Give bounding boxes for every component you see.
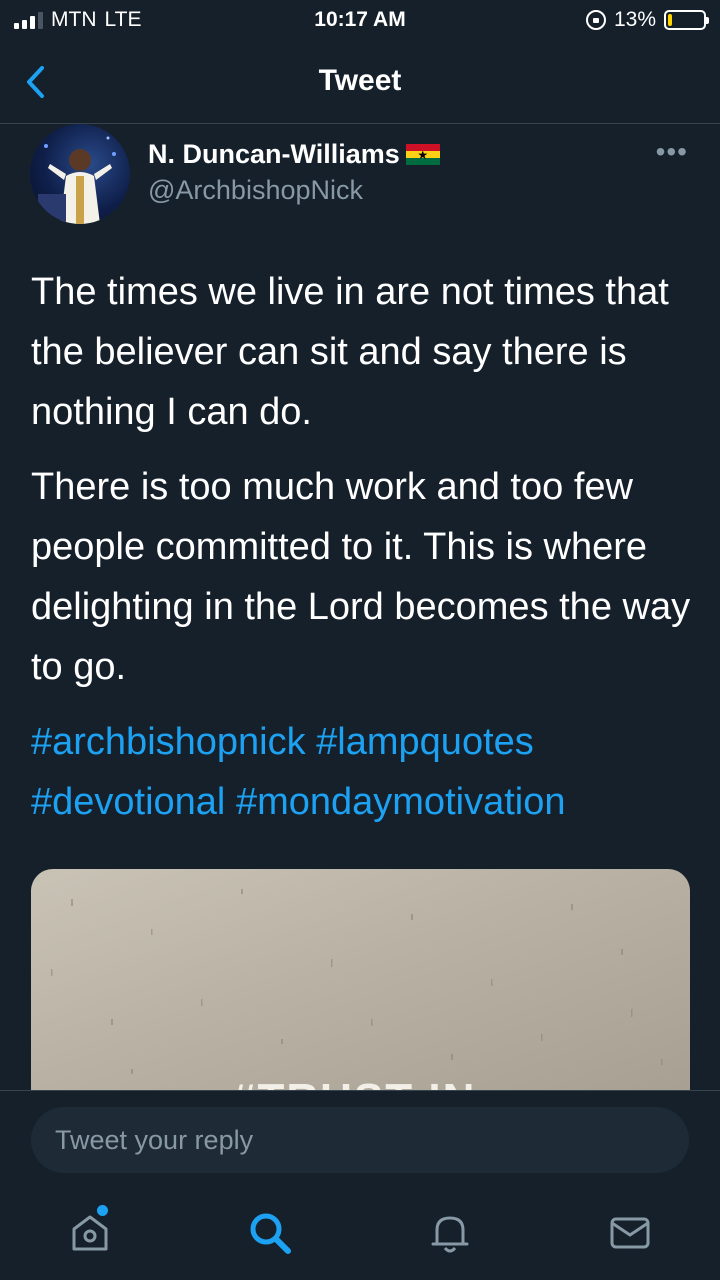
header: Tweet bbox=[0, 40, 720, 124]
more-dots-icon: ••• bbox=[655, 136, 688, 167]
search-icon bbox=[250, 1213, 291, 1254]
messages-icon bbox=[610, 1217, 650, 1249]
avatar-image bbox=[38, 136, 116, 224]
hashtag-link[interactable]: #mondaymotivation bbox=[236, 781, 566, 823]
tab-messages[interactable] bbox=[600, 1203, 660, 1263]
unread-dot bbox=[97, 1205, 108, 1216]
tab-search[interactable] bbox=[240, 1203, 300, 1263]
page-title: Tweet bbox=[318, 64, 402, 97]
status-bar: MTN LTE 10:17 AM 13% bbox=[0, 0, 720, 40]
tweet-paragraph: There is too much work and too few peopl… bbox=[31, 466, 691, 688]
author-handle[interactable]: @ArchbishopNick bbox=[148, 175, 363, 206]
hashtag-link[interactable]: #archbishopnick bbox=[31, 721, 306, 763]
bottom-bar: Tweet your reply bbox=[0, 1090, 720, 1280]
media-texture bbox=[51, 889, 663, 1074]
hashtags: #archbishopnick #lampquotes #devotional … bbox=[31, 712, 701, 832]
orientation-lock-icon bbox=[585, 10, 606, 30]
battery-icon bbox=[664, 10, 709, 30]
hashtag-link[interactable]: #lampquotes bbox=[316, 721, 534, 763]
battery-percent: 13% bbox=[613, 8, 656, 31]
avatar[interactable] bbox=[30, 124, 130, 224]
tab-bar bbox=[0, 1203, 720, 1263]
notifications-icon bbox=[431, 1216, 469, 1253]
status-right: 13% bbox=[585, 8, 709, 32]
tab-home[interactable] bbox=[60, 1203, 120, 1263]
tweet-paragraph: The times we live in are not times that … bbox=[31, 271, 669, 433]
more-options-button[interactable]: ••• bbox=[656, 138, 688, 166]
tweet-media-image[interactable]: #TRUST IN bbox=[31, 869, 690, 1099]
battery-level bbox=[668, 14, 673, 26]
reply-input[interactable]: Tweet your reply bbox=[31, 1107, 689, 1173]
ghana-flag-icon: ★ bbox=[405, 143, 440, 166]
hashtag-link[interactable]: #devotional bbox=[31, 781, 225, 823]
home-icon bbox=[72, 1215, 108, 1251]
author-name-text: N. Duncan-Williams bbox=[148, 139, 400, 169]
author-name[interactable]: N. Duncan-Williams ★ bbox=[148, 139, 440, 170]
tweet-detail-screen: MTN LTE 10:17 AM 13% Tweet N. Duncan-Wil… bbox=[0, 0, 720, 1280]
reply-placeholder: Tweet your reply bbox=[55, 1124, 254, 1155]
tweet-text: The times we live in are not times that … bbox=[31, 262, 701, 712]
tab-notifications[interactable] bbox=[420, 1203, 480, 1263]
